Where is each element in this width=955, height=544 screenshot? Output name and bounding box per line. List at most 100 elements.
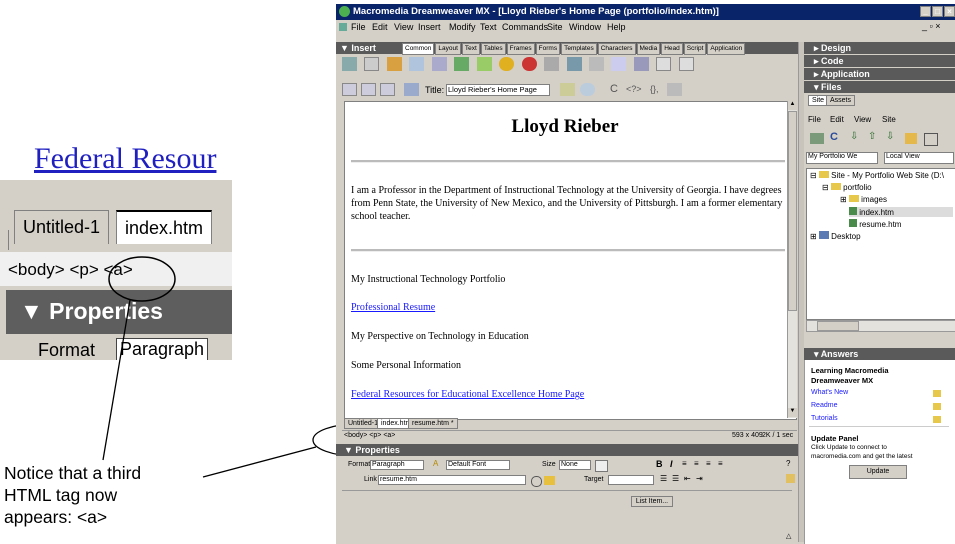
- window-size[interactable]: 593 x 409: [732, 432, 763, 439]
- hyperlink-icon[interactable]: [342, 57, 357, 71]
- file-tree-hscrollbar[interactable]: [806, 320, 955, 332]
- reference-icon[interactable]: <?>: [626, 84, 642, 94]
- menu-insert[interactable]: Insert: [418, 22, 441, 32]
- readme-arrow-icon[interactable]: [933, 403, 941, 410]
- ordered-list-icon[interactable]: ☰: [672, 474, 679, 483]
- refresh-files-icon[interactable]: C: [830, 131, 838, 143]
- menu-text[interactable]: Text: [480, 22, 497, 32]
- insert-panel-label[interactable]: ▼ Insert: [340, 43, 376, 53]
- check-in-icon[interactable]: [905, 133, 917, 144]
- title-input[interactable]: Lloyd Rieber's Home Page: [446, 84, 550, 96]
- point-to-file-icon[interactable]: [531, 476, 542, 487]
- minimize-button[interactable]: _: [920, 6, 931, 17]
- tree-row-index[interactable]: index.htm: [849, 207, 953, 217]
- help-icon[interactable]: ?: [786, 459, 790, 468]
- document-window-controls[interactable]: _ ▫ ×: [922, 21, 940, 31]
- menu-view[interactable]: View: [394, 22, 413, 32]
- comment-icon[interactable]: [656, 57, 672, 71]
- close-button[interactable]: ×: [944, 6, 955, 17]
- insert-tab-script[interactable]: Script: [683, 43, 707, 55]
- insert-tab-application[interactable]: Application: [707, 43, 746, 55]
- size-select[interactable]: None: [559, 460, 591, 470]
- files-menu-file[interactable]: File: [808, 115, 821, 124]
- insert-tab-characters[interactable]: Characters: [597, 43, 636, 55]
- bold-icon[interactable]: B: [656, 459, 663, 469]
- browse-folder-icon[interactable]: [544, 476, 555, 485]
- files-menu-site[interactable]: Site: [882, 115, 896, 124]
- align-center-icon[interactable]: ≡: [694, 459, 699, 468]
- insert-tab-common[interactable]: Common: [402, 43, 435, 55]
- layer-icon[interactable]: [431, 57, 447, 71]
- tree-row-site[interactable]: ⊟ Site - My Portfolio Web Site (D:\: [810, 171, 944, 180]
- update-button[interactable]: Update: [849, 465, 907, 479]
- menu-edit[interactable]: Edit: [372, 22, 388, 32]
- insert-tab-text[interactable]: Text: [461, 43, 480, 55]
- scroll-down-arrow-icon[interactable]: ▼: [788, 408, 797, 417]
- italic-icon[interactable]: I: [670, 459, 673, 469]
- link-professional-resume[interactable]: Professional Resume: [351, 301, 435, 315]
- align-left-icon[interactable]: ≡: [682, 459, 687, 468]
- view-options-icon[interactable]: [667, 83, 682, 96]
- insert-tab-head[interactable]: Head: [661, 43, 683, 55]
- files-tab-assets[interactable]: Assets: [826, 95, 856, 106]
- code-view-icon[interactable]: [342, 83, 357, 96]
- get-files-icon[interactable]: ⇩: [850, 131, 858, 142]
- menu-window[interactable]: Window: [569, 22, 601, 32]
- files-panel-header[interactable]: ▾ Files: [804, 81, 955, 93]
- design-panel-header[interactable]: ▸ Design: [804, 42, 955, 54]
- css-style-icon[interactable]: A: [433, 459, 438, 468]
- scroll-thumb[interactable]: [788, 111, 797, 311]
- menu-modify[interactable]: Modify: [449, 22, 476, 32]
- menu-file[interactable]: File: [351, 22, 366, 32]
- design-view-icon[interactable]: [380, 83, 395, 96]
- align-right-icon[interactable]: ≡: [706, 459, 711, 468]
- tag-selector[interactable]: <body> <p> <a>: [344, 432, 395, 439]
- link-input[interactable]: resume.htm: [378, 475, 526, 485]
- site-select[interactable]: My Portfolio We: [806, 152, 878, 164]
- document-design-view[interactable]: Lloyd Rieber I am a Professor in the Dep…: [344, 101, 797, 420]
- font-select[interactable]: Default Font: [446, 460, 510, 470]
- date-icon[interactable]: [611, 57, 627, 71]
- answers-readme-link[interactable]: Readme: [811, 402, 837, 409]
- target-select[interactable]: [608, 475, 654, 485]
- unordered-list-icon[interactable]: ☰: [660, 474, 667, 483]
- tree-row-resume[interactable]: resume.htm: [849, 219, 901, 229]
- insert-tab-layout[interactable]: Layout: [435, 43, 461, 55]
- answers-tutorials-link[interactable]: Tutorials: [811, 415, 838, 422]
- split-view-icon[interactable]: [361, 83, 376, 96]
- indent-icon[interactable]: ⇥: [696, 474, 703, 483]
- horizontal-rule-icon[interactable]: [588, 57, 604, 71]
- insert-tab-tables[interactable]: Tables: [480, 43, 506, 55]
- image-icon[interactable]: [454, 57, 470, 71]
- file-management-icon[interactable]: [560, 83, 575, 96]
- files-menu-view[interactable]: View: [854, 115, 871, 124]
- answers-panel-header[interactable]: ▾ Answers: [804, 348, 955, 360]
- list-item-button[interactable]: List Item...: [631, 496, 673, 507]
- refresh-icon[interactable]: C: [610, 83, 618, 95]
- document-scrollbar[interactable]: ▲ ▼: [787, 101, 797, 418]
- put-files-icon[interactable]: ⇧: [868, 131, 876, 142]
- outdent-icon[interactable]: ⇤: [684, 474, 691, 483]
- justify-icon[interactable]: ≡: [718, 459, 723, 468]
- code-panel-header[interactable]: ▸ Code: [804, 55, 955, 67]
- code-navigation-icon[interactable]: {},: [650, 84, 659, 94]
- tree-row-images[interactable]: ⊞ images: [840, 195, 887, 204]
- link-federal-resources[interactable]: Federal Resources for Educational Excell…: [351, 388, 584, 402]
- menu-site[interactable]: Site: [547, 22, 563, 32]
- file-tree-scroll-thumb[interactable]: [817, 321, 859, 331]
- tree-row-portfolio[interactable]: ⊟ portfolio: [822, 183, 872, 192]
- check-out-icon[interactable]: ⇩: [886, 131, 894, 142]
- email-link-icon[interactable]: [364, 57, 380, 71]
- format-select[interactable]: Paragraph: [370, 460, 424, 470]
- tag-chooser-icon[interactable]: [678, 57, 694, 71]
- insert-tab-forms[interactable]: Forms: [535, 43, 561, 55]
- application-panel-header[interactable]: ▸ Application: [804, 68, 955, 80]
- tutorials-arrow-icon[interactable]: [933, 416, 941, 423]
- quick-tag-editor-icon[interactable]: [786, 474, 795, 483]
- tree-row-desktop[interactable]: ⊞ Desktop: [810, 231, 861, 241]
- rollover-image-icon[interactable]: [544, 57, 560, 71]
- flash-icon[interactable]: [521, 57, 537, 71]
- navigation-bar-icon[interactable]: [566, 57, 582, 71]
- scroll-up-arrow-icon[interactable]: ▲: [788, 101, 797, 110]
- connect-icon[interactable]: [810, 133, 824, 144]
